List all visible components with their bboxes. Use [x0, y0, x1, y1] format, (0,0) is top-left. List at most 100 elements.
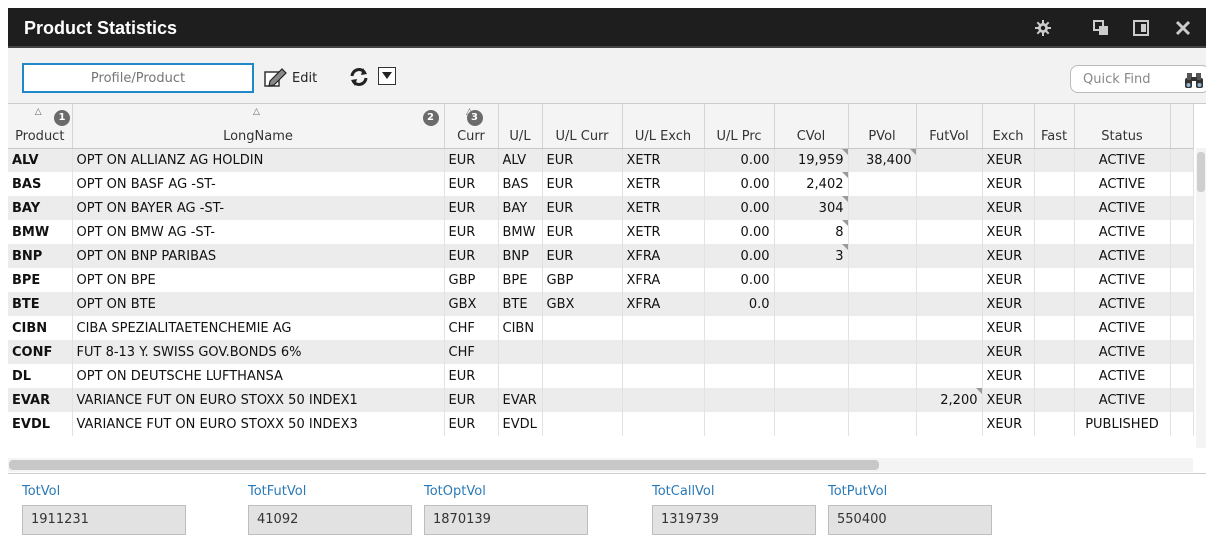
cell-ul-curr[interactable]: GBP: [542, 268, 623, 292]
cell-cvol[interactable]: [774, 340, 849, 364]
cell-product[interactable]: ALV: [8, 148, 73, 172]
cell-ul[interactable]: EVDL: [498, 412, 543, 436]
cell-ul[interactable]: [498, 364, 543, 388]
cell-exch[interactable]: XEUR: [982, 292, 1035, 316]
cell-product[interactable]: EVDL: [8, 412, 73, 436]
cell-ul[interactable]: CIBN: [498, 316, 543, 340]
cell-ul-curr[interactable]: EUR: [542, 148, 623, 172]
cell-longname[interactable]: OPT ON BMW AG -ST-: [72, 220, 445, 244]
cell-pvol[interactable]: [848, 220, 917, 244]
cell-ul-exch[interactable]: [622, 364, 705, 388]
cell-cvol[interactable]: [774, 412, 849, 436]
cell-ul-prc[interactable]: 0.00: [704, 148, 775, 172]
cell-product[interactable]: BMW: [8, 220, 73, 244]
cell-status[interactable]: ACTIVE: [1074, 316, 1171, 340]
cell-pvol[interactable]: [848, 172, 917, 196]
cell-product[interactable]: BAY: [8, 196, 73, 220]
cell-cvol[interactable]: 8: [774, 220, 849, 244]
column-header-curr[interactable]: △3Curr: [444, 104, 499, 149]
column-header-pvol[interactable]: PVol: [848, 104, 917, 149]
cell-curr[interactable]: EUR: [444, 148, 499, 172]
cell-cvol[interactable]: 3: [774, 244, 849, 268]
cell-ul-prc[interactable]: 0.00: [704, 244, 775, 268]
cell-pvol[interactable]: 38,400: [848, 148, 917, 172]
cell-ul-curr[interactable]: EUR: [542, 196, 623, 220]
cell-ul[interactable]: BMW: [498, 220, 543, 244]
table-row[interactable]: BTE OPT ON BTE GBX BTE GBX XFRA 0.0 XEUR ACTIVE: [8, 292, 1194, 316]
profile-product-input[interactable]: [22, 63, 254, 93]
cell-longname[interactable]: OPT ON BTE: [72, 292, 445, 316]
cell-product[interactable]: BPE: [8, 268, 73, 292]
table-row[interactable]: BAS OPT ON BASF AG -ST- EUR BAS EUR XETR 0.00 2…: [8, 172, 1194, 196]
cell-fast[interactable]: [1034, 292, 1075, 316]
cell-ul-curr[interactable]: [542, 340, 623, 364]
cell-ul[interactable]: BPE: [498, 268, 543, 292]
cell-curr[interactable]: EUR: [444, 412, 499, 436]
cell-fast[interactable]: [1034, 172, 1075, 196]
cell-cvol[interactable]: [774, 388, 849, 412]
cell-ul-prc[interactable]: 0.0: [704, 292, 775, 316]
cell-status[interactable]: ACTIVE: [1074, 292, 1171, 316]
cell-curr[interactable]: CHF: [444, 340, 499, 364]
cell-ul[interactable]: BTE: [498, 292, 543, 316]
cell-status[interactable]: ACTIVE: [1074, 220, 1171, 244]
cell-fast[interactable]: [1034, 364, 1075, 388]
horizontal-scrollbar[interactable]: [8, 458, 1193, 472]
cell-pvol[interactable]: [848, 292, 917, 316]
cell-fast[interactable]: [1034, 340, 1075, 364]
cell-exch[interactable]: XEUR: [982, 148, 1035, 172]
cell-ul[interactable]: [498, 340, 543, 364]
cell-exch[interactable]: XEUR: [982, 268, 1035, 292]
cell-pvol[interactable]: [848, 244, 917, 268]
cell-pvol[interactable]: [848, 268, 917, 292]
cell-fast[interactable]: [1034, 412, 1075, 436]
cell-pvol[interactable]: [848, 412, 917, 436]
cell-ul-prc[interactable]: [704, 412, 775, 436]
cell-ul-prc[interactable]: 0.00: [704, 220, 775, 244]
refresh-icon[interactable]: [348, 66, 370, 88]
cell-futvol[interactable]: 2,200: [916, 388, 983, 412]
edit-button[interactable]: Edit: [262, 65, 317, 91]
cell-futvol[interactable]: [916, 172, 983, 196]
cell-ul-exch[interactable]: XETR: [622, 196, 705, 220]
cell-cvol[interactable]: [774, 268, 849, 292]
cell-ul-curr[interactable]: EUR: [542, 172, 623, 196]
cell-ul-exch[interactable]: XFRA: [622, 268, 705, 292]
cell-product[interactable]: BAS: [8, 172, 73, 196]
cell-futvol[interactable]: [916, 220, 983, 244]
table-row[interactable]: CIBN CIBA SPEZIALITAETENCHEMIE AG CHF CIBN X…: [8, 316, 1194, 340]
cell-cvol[interactable]: 19,959: [774, 148, 849, 172]
cell-fast[interactable]: [1034, 148, 1075, 172]
cell-pvol[interactable]: [848, 388, 917, 412]
cell-futvol[interactable]: [916, 340, 983, 364]
cell-ul-curr[interactable]: GBX: [542, 292, 623, 316]
cell-longname[interactable]: OPT ON BAYER AG -ST-: [72, 196, 445, 220]
cell-ul-prc[interactable]: [704, 364, 775, 388]
table-row[interactable]: EVDL VARIANCE FUT ON EURO STOXX 50 INDEX3…: [8, 412, 1194, 436]
cell-exch[interactable]: XEUR: [982, 172, 1035, 196]
cell-ul-exch[interactable]: [622, 388, 705, 412]
table-row[interactable]: ALV OPT ON ALLIANZ AG HOLDIN EUR ALV EUR XETR…: [8, 148, 1194, 172]
cell-exch[interactable]: XEUR: [982, 316, 1035, 340]
binoculars-icon[interactable]: [1183, 70, 1205, 94]
cell-status[interactable]: ACTIVE: [1074, 244, 1171, 268]
cell-longname[interactable]: OPT ON BNP PARIBAS: [72, 244, 445, 268]
cell-status[interactable]: ACTIVE: [1074, 340, 1171, 364]
table-row[interactable]: CONF FUT 8-13 Y. SWISS GOV.BONDS 6% CHF XEU…: [8, 340, 1194, 364]
cell-product[interactable]: CONF: [8, 340, 73, 364]
cell-fast[interactable]: [1034, 244, 1075, 268]
cell-exch[interactable]: XEUR: [982, 196, 1035, 220]
cell-fast[interactable]: [1034, 388, 1075, 412]
table-row[interactable]: BNP OPT ON BNP PARIBAS EUR BNP EUR XFRA 0.00 3 X…: [8, 244, 1194, 268]
quick-find-input[interactable]: Quick Find: [1070, 65, 1206, 93]
cell-pvol[interactable]: [848, 316, 917, 340]
cell-exch[interactable]: XEUR: [982, 244, 1035, 268]
cell-ul-exch[interactable]: [622, 340, 705, 364]
cell-cvol[interactable]: 304: [774, 196, 849, 220]
column-header-futvol[interactable]: FutVol: [916, 104, 983, 149]
cell-ul-exch[interactable]: [622, 412, 705, 436]
cell-status[interactable]: ACTIVE: [1074, 172, 1171, 196]
cell-status[interactable]: ACTIVE: [1074, 196, 1171, 220]
cell-exch[interactable]: XEUR: [982, 220, 1035, 244]
cell-pvol[interactable]: [848, 196, 917, 220]
